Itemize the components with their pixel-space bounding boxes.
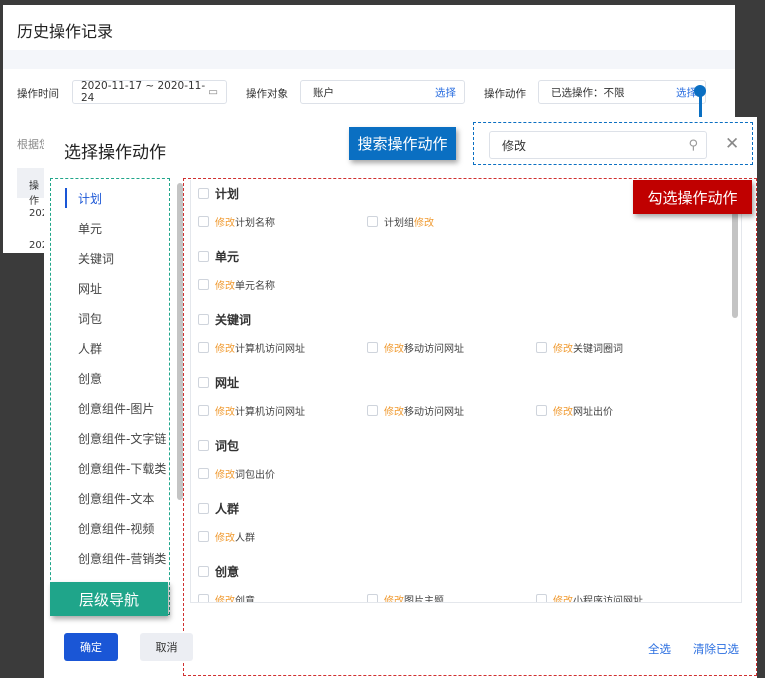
cancel-button[interactable]: 取消 [140, 633, 193, 661]
connector-dot [694, 85, 706, 97]
object-value: 账户 [313, 86, 334, 99]
object-select-link[interactable]: 选择 [435, 85, 456, 100]
divider-strip [3, 50, 735, 69]
clear-selected-link[interactable]: 清除已选 [693, 641, 739, 657]
modal-title: 选择操作动作 [64, 143, 166, 163]
action-input[interactable]: 已选操作：不限 选择 [538, 80, 706, 104]
select-all-link[interactable]: 全选 [648, 641, 671, 657]
action-value: 已选操作：不限 [551, 86, 625, 99]
object-label: 操作对象 [246, 88, 288, 100]
nav-highlight-box [50, 178, 170, 615]
time-range-input[interactable]: 2020-11-17 ~ 2020-11-24 ▭ [72, 80, 227, 104]
action-label: 操作动作 [484, 88, 526, 100]
nav-annotation: 层级导航 [50, 582, 168, 616]
time-value: 2020-11-17 ~ 2020-11-24 [81, 80, 206, 104]
calendar-icon: ▭ [208, 86, 218, 98]
search-annotation: 搜索操作动作 [349, 127, 456, 160]
check-highlight-box [183, 178, 757, 676]
object-input[interactable]: 账户 选择 [300, 80, 465, 104]
confirm-button[interactable]: 确定 [64, 633, 118, 661]
time-label: 操作时间 [17, 88, 59, 100]
search-highlight-box [473, 122, 753, 165]
page-title: 历史操作记录 [17, 22, 114, 41]
check-annotation: 勾选操作动作 [633, 180, 752, 214]
